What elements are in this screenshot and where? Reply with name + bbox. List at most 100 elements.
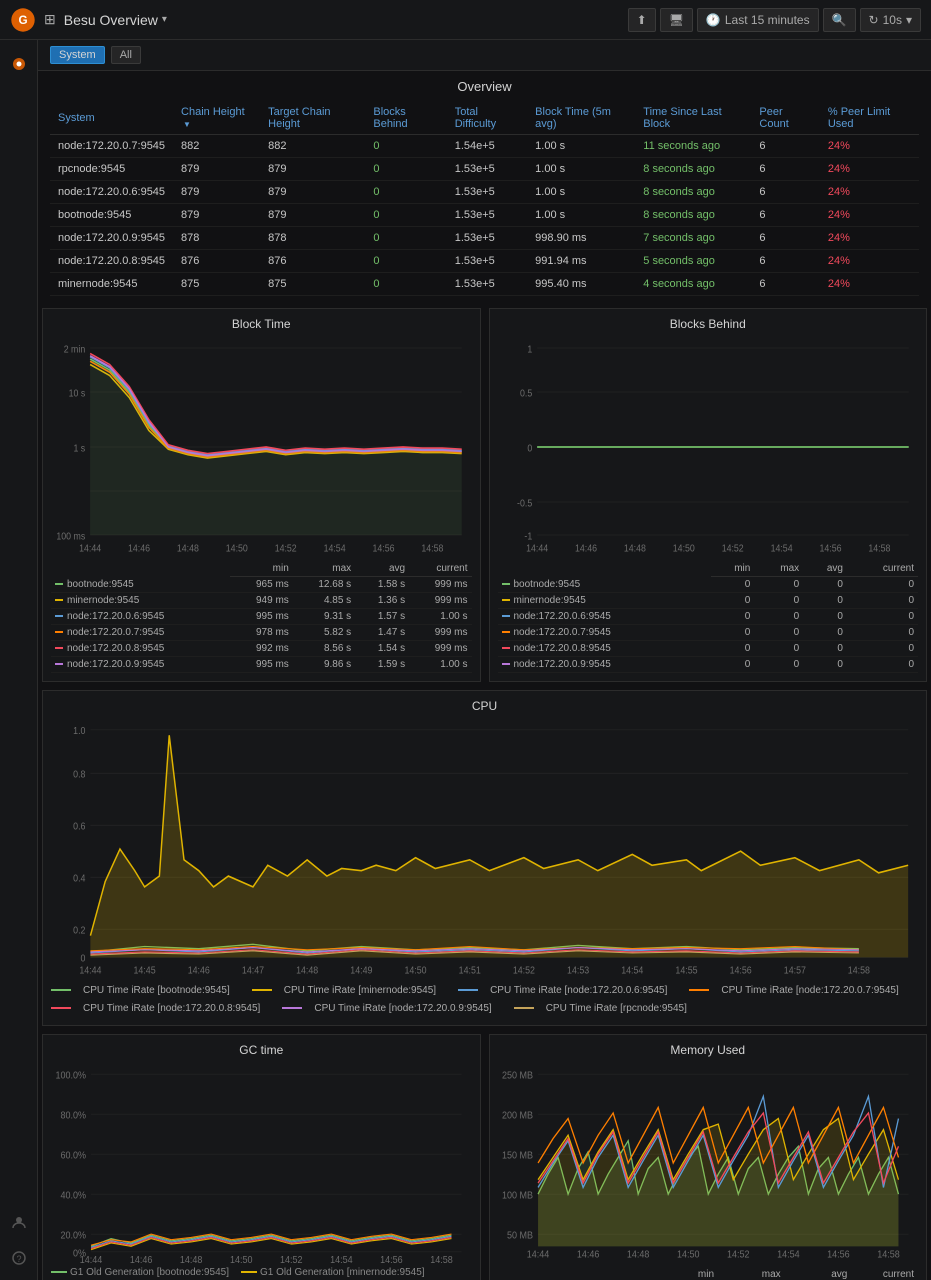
legend-row: node:172.20.0.6:9545 995 ms 9.31 s 1.57 …	[51, 609, 472, 625]
cpu-title: CPU	[51, 699, 918, 713]
gc-panel: GC time 100.0% 80.0% 60.0% 40.0% 20.0%	[42, 1034, 481, 1280]
col-system[interactable]: System	[50, 102, 173, 135]
svg-text:250 MB: 250 MB	[502, 1070, 533, 1082]
svg-text:14:44: 14:44	[526, 543, 548, 554]
refresh-icon: ↻	[869, 13, 879, 27]
legend-row: node:172.20.0.7:9545 978 ms 5.82 s 1.47 …	[51, 625, 472, 641]
col-block-time[interactable]: Block Time (5m avg)	[527, 102, 635, 135]
apps-grid-icon[interactable]: ⊞	[44, 11, 56, 28]
col-target-chain-height[interactable]: Target Chain Height	[260, 102, 365, 135]
sidebar-home-icon[interactable]	[5, 50, 33, 78]
col-time-since[interactable]: Time Since Last Block	[635, 102, 751, 135]
page-title: Besu Overview	[64, 12, 158, 28]
table-row: node:172.20.0.6:9545 879 879 0 1.53e+5 1…	[50, 181, 919, 204]
svg-text:10 s: 10 s	[69, 388, 86, 399]
svg-text:14:56: 14:56	[730, 965, 752, 975]
legend-row: node:172.20.0.8:9545 0 0 0 0	[498, 641, 919, 657]
search-icon: 🔍	[832, 13, 847, 27]
col-peer-limit[interactable]: % Peer Limit Used	[820, 102, 919, 135]
svg-text:100 ms: 100 ms	[56, 531, 85, 542]
svg-text:14:46: 14:46	[188, 965, 210, 975]
sidebar-help-icon[interactable]: ?	[5, 1244, 33, 1272]
cpu-chart: 1.0 0.8 0.6 0.4 0.2 0 14:44 14:45 14:46 …	[51, 719, 918, 979]
refresh-button[interactable]: ↻ 10s ▾	[860, 8, 921, 32]
time-range-label: Last 15 minutes	[725, 13, 810, 27]
svg-text:14:54: 14:54	[330, 1255, 353, 1263]
cpu-legend-item: CPU Time iRate [node:172.20.0.7:9545]	[689, 983, 898, 999]
svg-text:0.5: 0.5	[519, 388, 531, 399]
cpu-legend: CPU Time iRate [bootnode:9545]CPU Time i…	[51, 983, 918, 1017]
svg-text:100.0%: 100.0%	[56, 1070, 87, 1082]
title-chevron-icon[interactable]: ▾	[162, 14, 167, 25]
col-total-difficulty[interactable]: Total Difficulty	[447, 102, 527, 135]
svg-text:0.2: 0.2	[73, 925, 85, 935]
svg-text:14:50: 14:50	[230, 1255, 253, 1263]
svg-text:14:49: 14:49	[350, 965, 372, 975]
svg-text:1: 1	[527, 344, 532, 355]
svg-text:0.4: 0.4	[73, 873, 85, 883]
svg-text:150 MB: 150 MB	[502, 1150, 533, 1162]
topbar-logo: G	[10, 7, 36, 33]
gc-legend: G1 Old Generation [bootnode:9545] G1 Old…	[51, 1267, 472, 1280]
block-time-chart: 2 min 10 s 1 s 100 ms 14:44 14:46 14:48 …	[51, 337, 472, 557]
table-row: minernode:9545 875 875 0 1.53e+5 995.40 …	[50, 273, 919, 296]
col-blocks-behind[interactable]: Blocks Behind	[365, 102, 446, 135]
block-time-legend: minmaxavgcurrent bootnode:9545 965 ms 12…	[51, 561, 472, 673]
cpu-legend-item: CPU Time iRate [node:172.20.0.8:9545]	[51, 1001, 260, 1017]
blocks-behind-legend: minmaxavgcurrent bootnode:9545 0 0 0 0 m…	[498, 561, 919, 673]
svg-text:14:55: 14:55	[675, 965, 697, 975]
svg-text:14:48: 14:48	[626, 1249, 649, 1261]
svg-text:0: 0	[81, 953, 86, 963]
svg-text:14:46: 14:46	[576, 1249, 599, 1261]
search-button[interactable]: 🔍	[823, 8, 856, 32]
all-filter-dropdown[interactable]: All	[111, 46, 141, 64]
svg-text:50 MB: 50 MB	[507, 1230, 533, 1242]
table-row: node:172.20.0.9:9545 878 878 0 1.53e+5 9…	[50, 227, 919, 250]
svg-text:14:50: 14:50	[676, 1249, 699, 1261]
svg-text:14:58: 14:58	[430, 1255, 453, 1263]
legend-row: bootnode:9545 0 0 0 0	[498, 577, 919, 593]
svg-text:14:50: 14:50	[672, 543, 694, 554]
tv-icon: 🖥	[669, 13, 684, 27]
svg-text:0.6: 0.6	[73, 821, 85, 831]
svg-text:14:54: 14:54	[324, 543, 346, 554]
main-content: System All Overview System Chain Height …	[38, 40, 931, 1280]
overview-title: Overview	[50, 79, 919, 94]
svg-text:20.0%: 20.0%	[61, 1230, 87, 1242]
svg-text:14:58: 14:58	[421, 543, 443, 554]
svg-text:G: G	[18, 13, 27, 26]
sidebar-user-icon[interactable]	[5, 1208, 33, 1236]
svg-text:14:54: 14:54	[777, 1249, 800, 1261]
svg-text:14:44: 14:44	[79, 965, 101, 975]
share-button[interactable]: ⬆	[628, 8, 656, 32]
svg-text:14:48: 14:48	[296, 965, 318, 975]
interval-chevron-icon: ▾	[906, 13, 912, 27]
svg-text:-1: -1	[524, 531, 532, 542]
tv-button[interactable]: 🖥	[660, 8, 693, 32]
svg-text:2 min: 2 min	[64, 344, 86, 355]
legend-row: minernode:9545 949 ms 4.85 s 1.36 s 999 …	[51, 593, 472, 609]
svg-text:0: 0	[527, 443, 532, 454]
svg-text:14:48: 14:48	[177, 543, 199, 554]
svg-text:14:48: 14:48	[180, 1255, 203, 1263]
svg-text:14:52: 14:52	[275, 543, 297, 554]
overview-table: System Chain Height ▼ Target Chain Heigh…	[50, 102, 919, 296]
legend-row: node:172.20.0.7:9545 0 0 0 0	[498, 625, 919, 641]
time-range-button[interactable]: 🕐 Last 15 minutes	[697, 8, 819, 32]
col-chain-height[interactable]: Chain Height ▼	[173, 102, 260, 135]
col-peer-count[interactable]: Peer Count	[751, 102, 819, 135]
legend-row: node:172.20.0.9:9545 0 0 0 0	[498, 657, 919, 673]
svg-text:14:57: 14:57	[784, 965, 806, 975]
system-filter-tag[interactable]: System	[50, 46, 105, 64]
topbar: G ⊞ Besu Overview ▾ ⬆ 🖥 🕐 Last 15 minute…	[0, 0, 931, 40]
table-row: bootnode:9545 879 879 0 1.53e+5 1.00 s 8…	[50, 204, 919, 227]
svg-text:14:50: 14:50	[226, 543, 248, 554]
memory-chart: 250 MB 200 MB 150 MB 100 MB 50 MB 14:44 …	[498, 1063, 919, 1263]
svg-text:14:46: 14:46	[128, 543, 150, 554]
memory-title: Memory Used	[498, 1043, 919, 1057]
svg-text:14:56: 14:56	[827, 1249, 850, 1261]
svg-text:14:56: 14:56	[380, 1255, 403, 1263]
svg-text:14:58: 14:58	[877, 1249, 900, 1261]
share-icon: ⬆	[637, 13, 647, 27]
svg-text:14:44: 14:44	[79, 543, 101, 554]
